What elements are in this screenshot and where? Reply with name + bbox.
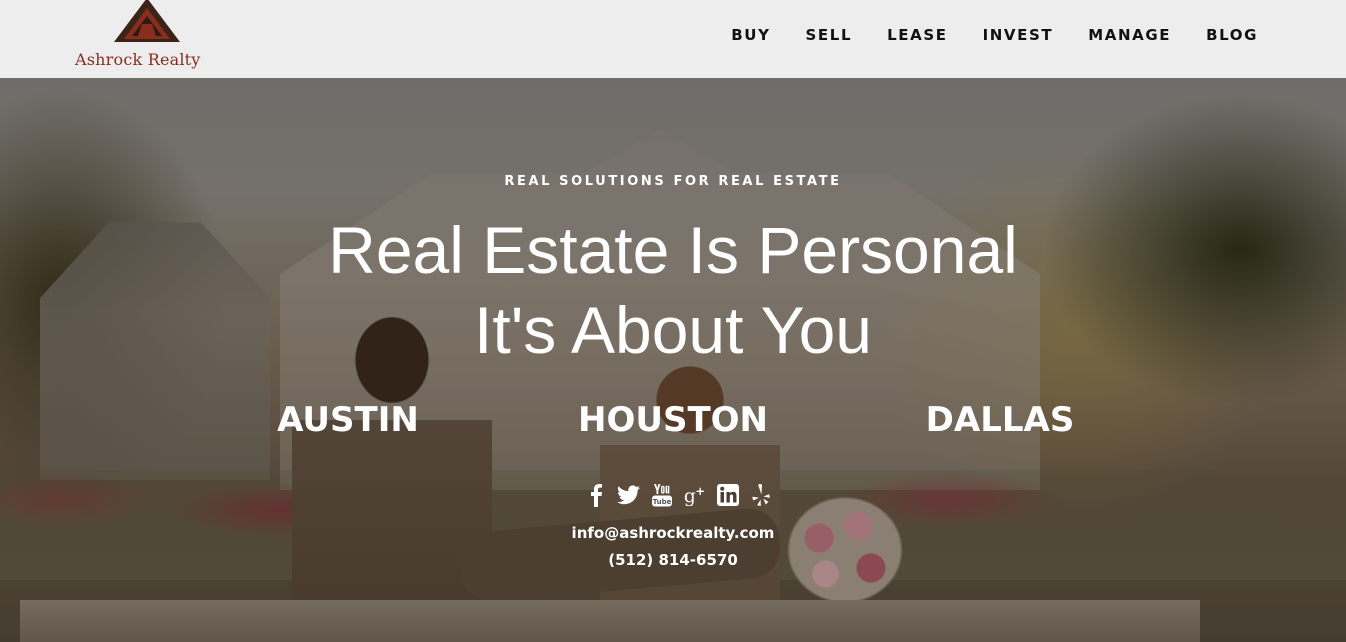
youtube-icon: Tube — [651, 484, 672, 507]
nav-manage[interactable]: MANAGE — [1088, 26, 1171, 44]
city-link-dallas[interactable]: DALLAS — [926, 400, 1075, 440]
contact-email-link[interactable]: info@ashrockrealty.com — [0, 524, 1346, 542]
headline-line-2: It's About You — [474, 293, 872, 367]
linkedin-link[interactable] — [716, 482, 739, 508]
yelp-link[interactable] — [749, 482, 772, 508]
linkedin-icon — [716, 484, 739, 506]
ashrock-logo-icon — [114, 0, 180, 42]
twitter-link[interactable] — [617, 482, 640, 508]
city-link-austin[interactable]: AUSTIN — [277, 400, 419, 440]
hero-headline: Real Estate Is Personal It's About You — [0, 210, 1346, 370]
headline-line-1: Real Estate Is Personal — [328, 213, 1018, 287]
youtube-link[interactable]: Tube — [650, 482, 673, 508]
nav-lease[interactable]: LEASE — [887, 26, 947, 44]
hero-tagline: REAL SOLUTIONS FOR REAL ESTATE — [504, 174, 842, 189]
google-plus-icon: g + — [684, 484, 705, 506]
svg-text:Tube: Tube — [652, 498, 671, 506]
yelp-icon — [751, 484, 770, 506]
social-links: Tube g + — [584, 482, 772, 508]
city-link-houston[interactable]: HOUSTON — [578, 400, 768, 440]
svg-text:g: g — [684, 486, 696, 506]
nav-sell[interactable]: SELL — [806, 26, 853, 44]
nav-invest[interactable]: INVEST — [983, 26, 1054, 44]
twitter-icon — [617, 485, 640, 505]
svg-text:+: + — [695, 484, 705, 498]
facebook-icon — [590, 484, 602, 507]
nav-blog[interactable]: BLOG — [1206, 26, 1258, 44]
main-nav: BUY SELL LEASE INVEST MANAGE BLOG — [731, 26, 1258, 44]
facebook-link[interactable] — [584, 482, 607, 508]
nav-buy[interactable]: BUY — [731, 26, 770, 44]
site-header: Ashrock Realty BUY SELL LEASE INVEST MAN… — [0, 0, 1346, 78]
contact-phone-link[interactable]: (512) 814-6570 — [0, 551, 1346, 569]
google-plus-link[interactable]: g + — [683, 482, 706, 508]
logo-text: Ashrock Realty — [75, 50, 201, 69]
logo-link[interactable]: Ashrock Realty — [72, 0, 222, 72]
